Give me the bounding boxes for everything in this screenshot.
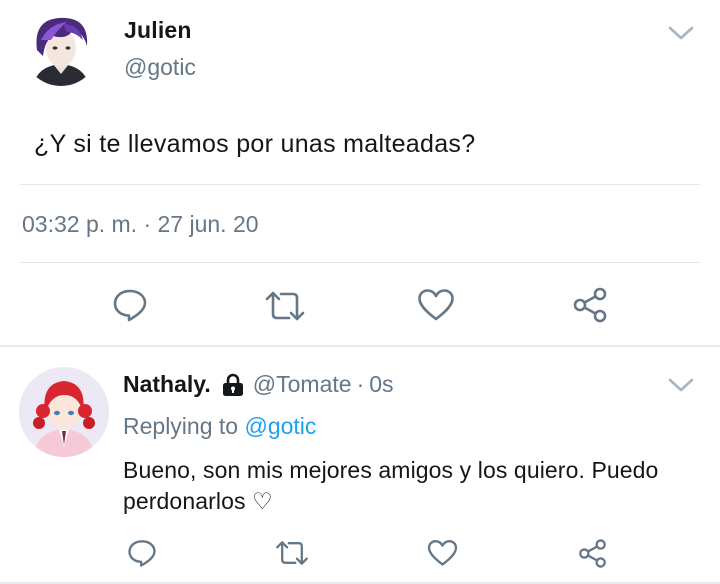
main-tweet-avatar[interactable] bbox=[23, 10, 99, 86]
main-tweet-author-name[interactable]: Julien bbox=[124, 17, 192, 44]
reply-avatar[interactable] bbox=[19, 367, 109, 457]
replying-to-line: Replying to @gotic bbox=[123, 413, 316, 440]
avatar-red-hair-icon bbox=[19, 367, 109, 457]
main-tweet-author-handle[interactable]: @gotic bbox=[124, 54, 196, 81]
share-icon bbox=[578, 538, 606, 568]
reply-icon bbox=[113, 289, 147, 322]
replying-to-label: Replying to bbox=[123, 413, 239, 439]
like-icon bbox=[418, 289, 454, 321]
reply-button[interactable] bbox=[125, 536, 159, 570]
like-button[interactable] bbox=[425, 537, 459, 569]
share-button[interactable] bbox=[575, 536, 609, 570]
like-button[interactable] bbox=[416, 286, 456, 324]
replying-to-user-link[interactable]: @gotic bbox=[244, 413, 316, 439]
retweet-icon bbox=[276, 541, 308, 565]
reply-author-name[interactable]: Nathaly. bbox=[123, 371, 211, 398]
chevron-down-icon[interactable] bbox=[667, 376, 695, 394]
reply-button[interactable] bbox=[110, 285, 150, 325]
avatar-purple-hair-icon bbox=[23, 10, 99, 86]
main-tweet-timestamp[interactable]: 03:32 p. m. · 27 jun. 20 bbox=[22, 211, 259, 238]
reply-author-handle[interactable]: @Tomate bbox=[253, 371, 352, 398]
reply-timestamp[interactable]: 0s bbox=[369, 371, 393, 398]
section-divider bbox=[0, 345, 720, 347]
divider bbox=[20, 184, 700, 185]
separator-dot: · bbox=[356, 371, 365, 397]
retweet-button[interactable] bbox=[273, 536, 311, 570]
like-icon bbox=[427, 540, 457, 566]
reply-icon bbox=[128, 540, 156, 567]
retweet-button[interactable] bbox=[263, 286, 307, 326]
share-icon bbox=[573, 287, 607, 323]
reply-header: Nathaly. @Tomate · 0s bbox=[123, 371, 394, 398]
share-button[interactable] bbox=[570, 285, 610, 325]
divider bbox=[20, 262, 700, 263]
main-tweet-text: ¿Y si te llevamos por unas malteadas? bbox=[34, 130, 476, 158]
reply-text: Bueno, son mis mejores amigos y los quie… bbox=[123, 457, 659, 514]
chevron-down-icon[interactable] bbox=[667, 24, 695, 42]
retweet-icon bbox=[265, 291, 305, 321]
lock-icon bbox=[221, 373, 245, 397]
